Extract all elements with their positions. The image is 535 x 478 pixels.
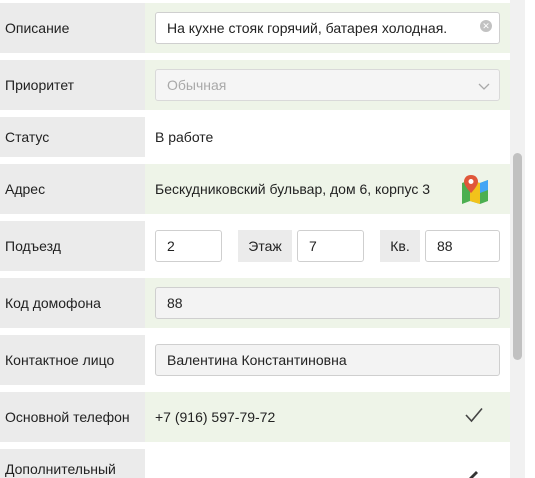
contact-label: Контактное лицо — [0, 335, 145, 385]
main-phone-cell: +7 (916) 597-79-72 — [145, 392, 510, 442]
status-label: Статус — [0, 117, 145, 157]
priority-label: Приоритет — [0, 60, 145, 110]
address-row: Адрес Бескудниковский бульвар, дом 6, ко… — [0, 164, 510, 214]
pencil-icon[interactable] — [466, 469, 480, 478]
ticket-form: Описание На кухне стояк горячий, батарея… — [0, 0, 510, 478]
description-value: На кухне стояк горячий, батарея холодная… — [167, 20, 448, 36]
clear-icon[interactable]: ✕ — [480, 20, 492, 32]
scrollbar-thumb[interactable] — [513, 153, 522, 360]
map-icon[interactable] — [460, 174, 490, 204]
intercom-cell: 88 — [145, 278, 510, 328]
floor-label: Этаж — [238, 230, 292, 262]
description-row: Описание На кухне стояк горячий, батарея… — [0, 3, 510, 53]
description-cell: На кухне стояк горячий, батарея холодная… — [145, 3, 510, 53]
priority-row: Приоритет Обычная — [0, 60, 510, 110]
status-row: Статус В работе — [0, 117, 510, 157]
contact-row: Контактное лицо Валентина Константиновна — [0, 335, 510, 385]
intercom-input[interactable]: 88 — [155, 287, 500, 319]
contact-input[interactable]: Валентина Константиновна — [155, 344, 500, 376]
contact-value: Валентина Константиновна — [167, 352, 347, 368]
main-phone-value: +7 (916) 597-79-72 — [155, 409, 276, 425]
page-margin — [525, 0, 535, 478]
intercom-value: 88 — [167, 295, 183, 311]
contact-cell: Валентина Константиновна — [145, 335, 510, 385]
vertical-scrollbar[interactable] — [510, 0, 525, 478]
entrance-input[interactable]: 2 — [155, 230, 222, 262]
chevron-down-icon — [478, 83, 490, 90]
status-value: В работе — [155, 129, 214, 145]
priority-select[interactable]: Обычная — [155, 69, 500, 101]
intercom-label: Код домофона — [0, 278, 145, 328]
apartment-value: 88 — [437, 238, 453, 254]
checkmark-icon — [465, 407, 483, 423]
floor-value: 7 — [309, 238, 317, 254]
extra-phone-row: Дополнительный — [0, 449, 510, 478]
extra-phone-label: Дополнительный — [0, 449, 145, 478]
description-input[interactable]: На кухне стояк горячий, батарея холодная… — [155, 12, 500, 44]
address-cell: Бескудниковский бульвар, дом 6, корпус 3 — [145, 164, 510, 214]
apartment-label: Кв. — [380, 230, 420, 262]
address-value: Бескудниковский бульвар, дом 6, корпус 3 — [155, 181, 431, 197]
extra-phone-cell — [145, 449, 510, 478]
status-cell: В работе — [145, 117, 510, 157]
entrance-label: Подъезд — [0, 221, 145, 271]
address-label: Адрес — [0, 164, 145, 214]
entrance-row: Подъезд 2 Этаж 7 Кв. 88 — [0, 221, 510, 271]
main-phone-row: Основной телефон +7 (916) 597-79-72 — [0, 392, 510, 442]
description-label: Описание — [0, 3, 145, 53]
intercom-row: Код домофона 88 — [0, 278, 510, 328]
apartment-input[interactable]: 88 — [425, 230, 500, 262]
priority-placeholder: Обычная — [167, 77, 227, 93]
entrance-cell: 2 Этаж 7 Кв. 88 — [145, 221, 510, 271]
entrance-value: 2 — [167, 238, 175, 254]
priority-cell: Обычная — [145, 60, 510, 110]
main-phone-label: Основной телефон — [0, 392, 145, 442]
floor-input[interactable]: 7 — [297, 230, 364, 262]
